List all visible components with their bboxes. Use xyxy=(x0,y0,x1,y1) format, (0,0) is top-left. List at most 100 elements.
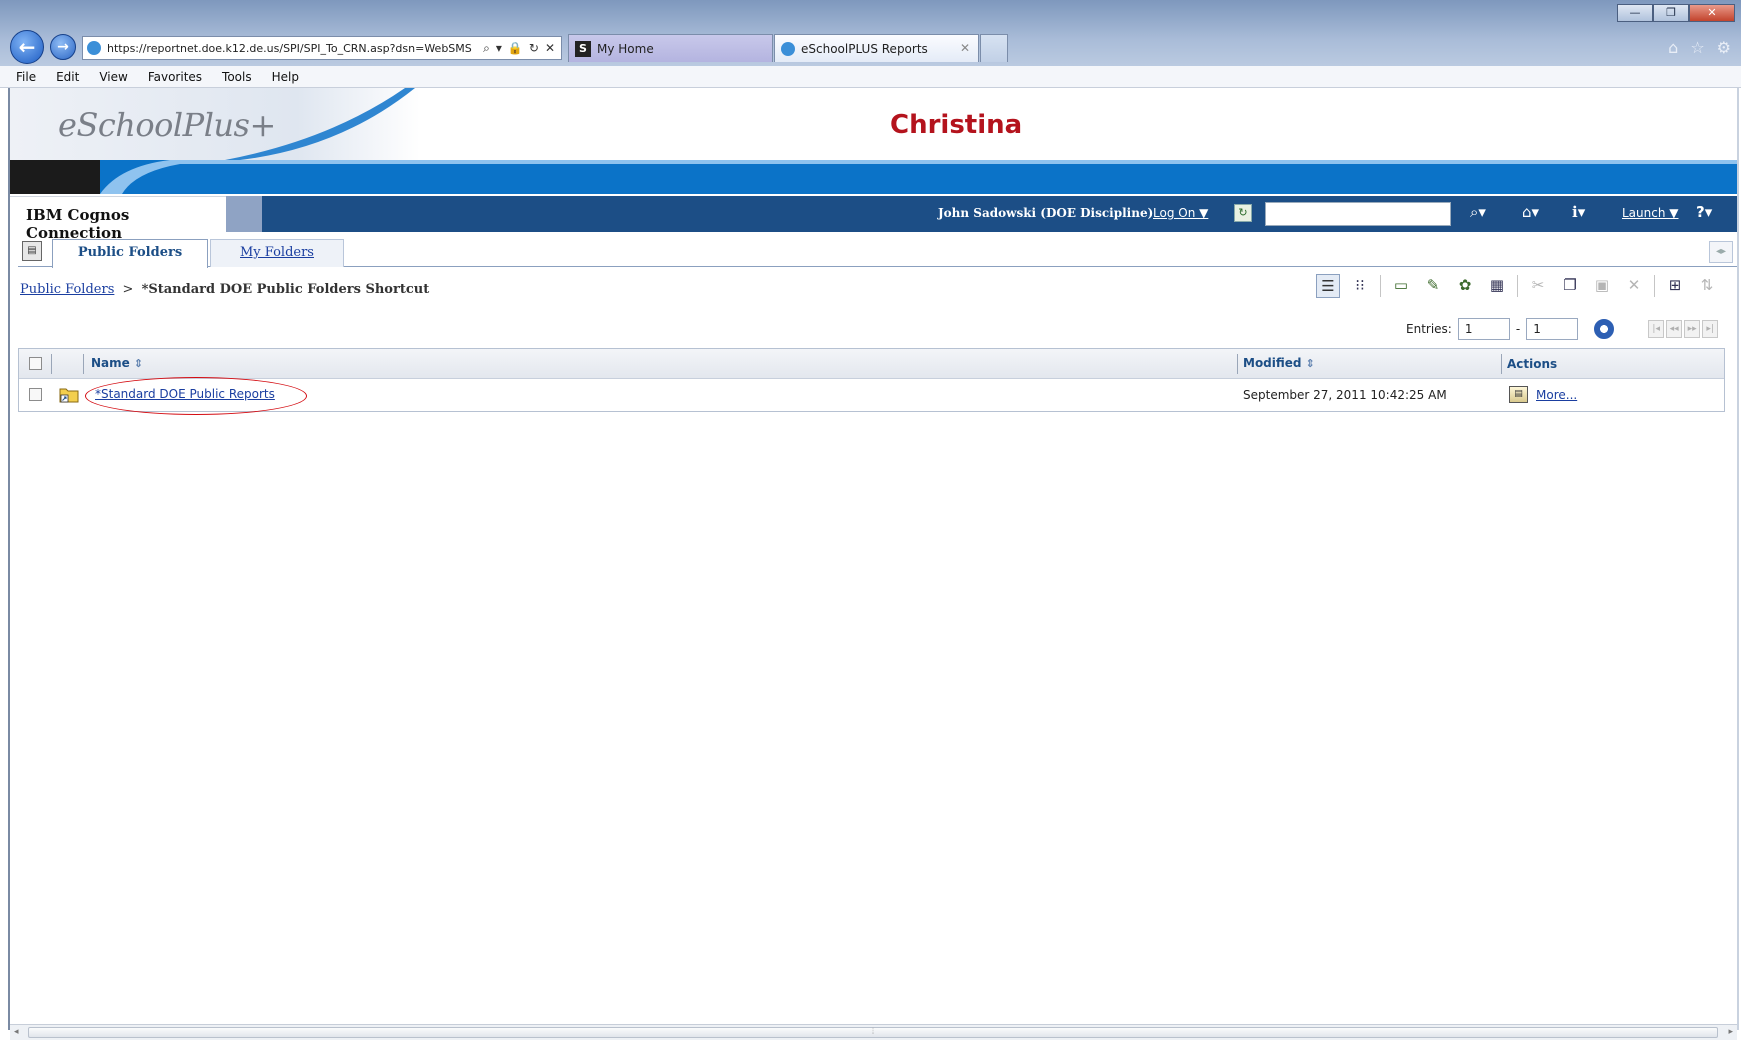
new-url-icon[interactable]: ✿ xyxy=(1453,274,1477,298)
tab-scroll-arrows-icon[interactable]: ◂▸ xyxy=(1709,241,1733,263)
home-icon[interactable]: ⌂▾ xyxy=(1522,203,1539,221)
toolbar-divider xyxy=(1517,275,1518,297)
search-icon[interactable]: ⌕ xyxy=(483,41,490,56)
first-page-icon[interactable]: |◂ xyxy=(1648,320,1665,338)
column-header-name[interactable]: Name ⇕ xyxy=(91,356,143,370)
entries-from-input[interactable]: 1 xyxy=(1457,318,1510,340)
sort-icon[interactable]: ⇕ xyxy=(1306,357,1315,370)
set-properties-icon[interactable]: ⊞ xyxy=(1663,274,1687,298)
my-home-favicon-icon: S xyxy=(575,40,591,57)
menu-help[interactable]: Help xyxy=(272,70,299,84)
toolbar-divider xyxy=(1654,275,1655,297)
folder-tabs: ▤ Public Folders My Folders ◂▸ xyxy=(18,237,1737,268)
frame-edge xyxy=(8,88,10,1030)
cognos-header-bar: IBM Cognos Connection John Sadowski (DOE… xyxy=(10,196,1737,242)
list-view-icon[interactable]: ☰ xyxy=(1316,274,1340,298)
column-header-modified[interactable]: Modified ⇕ xyxy=(1243,356,1315,370)
dropdown-icon[interactable]: ▾ xyxy=(496,41,502,56)
highlight-circle xyxy=(85,377,307,415)
address-bar[interactable]: https://reportnet.doe.k12.de.us/SPI/SPI_… xyxy=(82,36,562,60)
modified-label: Modified xyxy=(1243,356,1302,370)
browser-chrome: — ❐ ✕ ← → https://reportnet.doe.k12.de.u… xyxy=(0,0,1741,88)
address-tools: ⌕ ▾ 🔒 ↻ ✕ xyxy=(477,41,561,56)
go-icon[interactable] xyxy=(1594,319,1615,339)
address-url[interactable]: https://reportnet.doe.k12.de.us/SPI/SPI_… xyxy=(107,42,477,55)
close-window-icon[interactable]: ✕ xyxy=(1689,4,1735,22)
previous-page-icon[interactable]: ◂◂ xyxy=(1666,320,1683,338)
back-arrow-icon[interactable]: ← xyxy=(10,30,44,64)
column-divider xyxy=(83,354,84,374)
breadcrumb-public-folders[interactable]: Public Folders xyxy=(20,282,114,297)
horizontal-scrollbar[interactable]: ◂ ⦙ ▸ xyxy=(10,1024,1737,1040)
favorites-star-icon[interactable]: ☆ xyxy=(1690,38,1704,57)
tab-my-folders[interactable]: My Folders xyxy=(210,239,344,267)
column-header-actions: Actions xyxy=(1507,357,1558,371)
cognos-title-box: IBM Cognos Connection xyxy=(10,196,226,242)
frame-edge xyxy=(1737,88,1739,1030)
browser-right-tools: ⌂ ☆ ⚙ xyxy=(1668,38,1731,57)
restore-icon[interactable]: ❐ xyxy=(1653,4,1689,22)
portal-icon[interactable]: ▤ xyxy=(22,241,42,261)
menu-file[interactable]: File xyxy=(16,70,36,84)
list-header: Name ⇕ Modified ⇕ Actions xyxy=(19,349,1724,379)
district-name: Christina xyxy=(890,110,1023,140)
new-job-icon[interactable]: ✎ xyxy=(1421,274,1445,298)
next-page-icon[interactable]: ▸▸ xyxy=(1684,320,1701,338)
refresh-icon[interactable]: ↻ xyxy=(1234,204,1252,222)
stop-icon[interactable]: ✕ xyxy=(545,41,555,56)
shortcut-folder-icon xyxy=(59,388,79,403)
copy-icon[interactable]: ❐ xyxy=(1558,274,1582,298)
home-icon[interactable]: ⌂ xyxy=(1668,38,1678,57)
log-on-link[interactable]: Log On ▼ xyxy=(1153,206,1208,220)
launch-menu[interactable]: Launch ▼ xyxy=(1622,206,1679,220)
browser-tab-my-home[interactable]: S My Home xyxy=(568,34,773,62)
entries-to-input[interactable]: 1 xyxy=(1526,318,1579,340)
tab-label: My Home xyxy=(597,41,654,56)
scroll-right-icon[interactable]: ▸ xyxy=(1728,1027,1733,1037)
close-tab-icon[interactable]: ✕ xyxy=(960,41,970,55)
refresh-icon[interactable]: ↻ xyxy=(529,41,539,56)
column-divider xyxy=(51,354,52,374)
column-divider xyxy=(1237,354,1238,374)
row-checkbox[interactable] xyxy=(29,388,42,401)
lock-icon[interactable]: 🔒 xyxy=(508,41,523,56)
details-view-icon[interactable]: ⁝⁝ xyxy=(1348,274,1372,298)
menu-tools[interactable]: Tools xyxy=(222,70,252,84)
last-page-icon[interactable]: ▸| xyxy=(1702,320,1719,338)
browser-tab-eschoolplus-reports[interactable]: eSchoolPLUS Reports ✕ xyxy=(774,34,979,62)
scrollbar-thumb[interactable]: ⦙ xyxy=(28,1027,1718,1038)
menu-edit[interactable]: Edit xyxy=(56,70,79,84)
more-actions-link[interactable]: More... xyxy=(1536,388,1577,402)
new-tab-button[interactable] xyxy=(980,34,1008,62)
entries-label: Entries: xyxy=(1406,322,1452,336)
gear-icon[interactable]: ⚙ xyxy=(1717,38,1731,57)
help-icon[interactable]: ?▾ xyxy=(1696,203,1712,221)
forward-arrow-icon[interactable]: → xyxy=(50,34,76,60)
delete-icon[interactable]: ✕ xyxy=(1622,274,1646,298)
menu-view[interactable]: View xyxy=(99,70,127,84)
tab-label: eSchoolPLUS Reports xyxy=(801,41,928,56)
breadcrumb: Public Folders > *Standard DOE Public Fo… xyxy=(20,282,429,297)
sort-icon[interactable]: ⇕ xyxy=(134,357,143,370)
window-controls: — ❐ ✕ xyxy=(1617,4,1735,22)
minimize-icon[interactable]: — xyxy=(1617,4,1653,22)
scroll-left-icon[interactable]: ◂ xyxy=(14,1027,19,1037)
tab-public-folders[interactable]: Public Folders xyxy=(52,239,208,268)
menu-bar: File Edit View Favorites Tools Help xyxy=(0,66,1741,88)
eschoolplus-logo: eSchoolPlus+ xyxy=(58,106,276,144)
content-list: Name ⇕ Modified ⇕ Actions *Standard DOE Pu… xyxy=(18,348,1725,415)
select-all-checkbox[interactable] xyxy=(29,357,42,370)
actions-icon[interactable]: ▤ xyxy=(1509,386,1528,403)
menu-favorites[interactable]: Favorites xyxy=(148,70,202,84)
order-icon[interactable]: ⇅ xyxy=(1695,274,1719,298)
breadcrumb-current: *Standard DOE Public Folders Shortcut xyxy=(141,282,430,297)
ie-page-icon xyxy=(781,41,795,56)
new-folder-icon[interactable]: ▭ xyxy=(1389,274,1413,298)
search-input[interactable] xyxy=(1265,202,1451,226)
new-page-icon[interactable]: ▦ xyxy=(1485,274,1509,298)
search-options-icon[interactable]: ⌕▾ xyxy=(1470,203,1486,221)
paste-icon[interactable]: ▣ xyxy=(1590,274,1614,298)
user-info-icon[interactable]: ℹ▾ xyxy=(1572,203,1585,221)
cut-icon[interactable]: ✂ xyxy=(1526,274,1550,298)
row-modified-date: September 27, 2011 10:42:25 AM xyxy=(1243,388,1447,402)
